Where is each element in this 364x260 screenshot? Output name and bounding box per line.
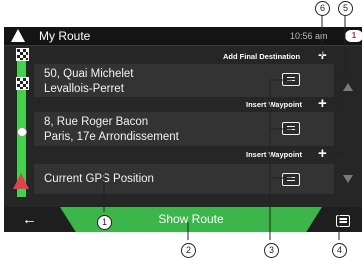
callout-5: 5 bbox=[338, 1, 353, 16]
callout-3: 3 bbox=[264, 243, 279, 258]
callout-2: 2 bbox=[181, 243, 196, 258]
callout-1: 1 bbox=[97, 215, 112, 230]
callout-6: 6 bbox=[315, 1, 330, 16]
callout-leader-lines bbox=[103, 13, 346, 240]
callout-4: 4 bbox=[332, 243, 347, 258]
